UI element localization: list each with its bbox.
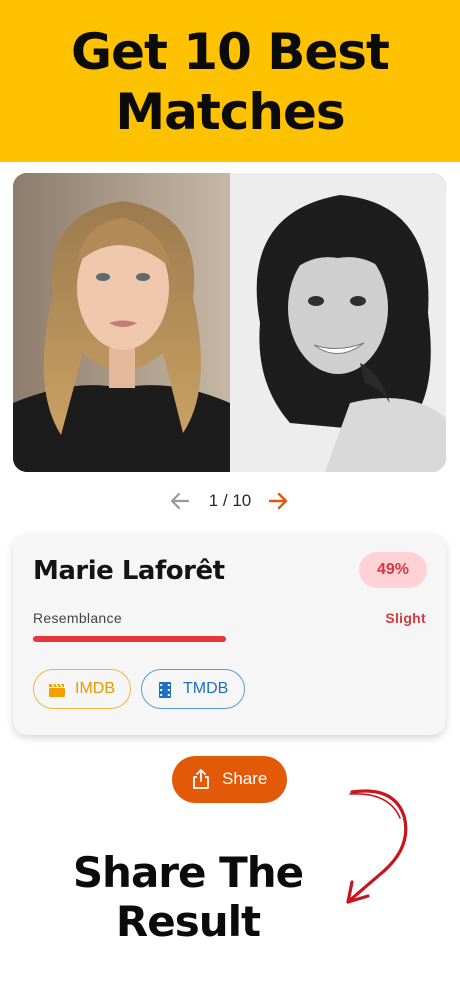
imdb-link-button[interactable]: IMDB bbox=[33, 669, 131, 709]
footer-line1: Share The bbox=[72, 848, 304, 897]
promo-footer-title: Share The Result bbox=[18, 848, 358, 946]
match-card: Marie Laforêt 49% Resemblance Slight IMD… bbox=[13, 534, 446, 735]
resemblance-label: Resemblance bbox=[33, 610, 122, 626]
page-counter: 1 / 10 bbox=[208, 491, 252, 510]
footer-line2: Result bbox=[115, 897, 261, 946]
banner-title: Get 10 Best Matches bbox=[0, 22, 460, 142]
resemblance-bar bbox=[33, 636, 426, 642]
match-name: Marie Laforêt bbox=[33, 556, 225, 586]
match-photo bbox=[230, 173, 446, 472]
match-percent-badge: 49% bbox=[359, 552, 427, 588]
imdb-label: IMDB bbox=[75, 680, 115, 697]
resemblance-level: Slight bbox=[385, 610, 426, 626]
header-banner: Get 10 Best Matches bbox=[0, 0, 460, 162]
comparison-photos bbox=[13, 173, 446, 472]
match-pager: 1 / 10 bbox=[0, 487, 460, 515]
tmdb-label: TMDB bbox=[183, 680, 229, 697]
banner-title-line2: Matches bbox=[115, 83, 345, 141]
share-button[interactable]: Share bbox=[172, 756, 287, 803]
tmdb-link-button[interactable]: TMDB bbox=[141, 669, 245, 709]
previous-arrow-icon[interactable] bbox=[166, 487, 194, 515]
banner-title-line1: Get 10 Best bbox=[71, 23, 390, 81]
share-icon bbox=[193, 769, 209, 789]
clapperboard-icon bbox=[49, 683, 65, 697]
curved-arrow-icon bbox=[346, 789, 408, 904]
user-photo bbox=[13, 173, 230, 472]
film-strip-icon bbox=[159, 682, 171, 698]
resemblance-bar-fill bbox=[33, 636, 226, 642]
share-label: Share bbox=[222, 769, 268, 788]
next-arrow-icon[interactable] bbox=[264, 487, 292, 515]
